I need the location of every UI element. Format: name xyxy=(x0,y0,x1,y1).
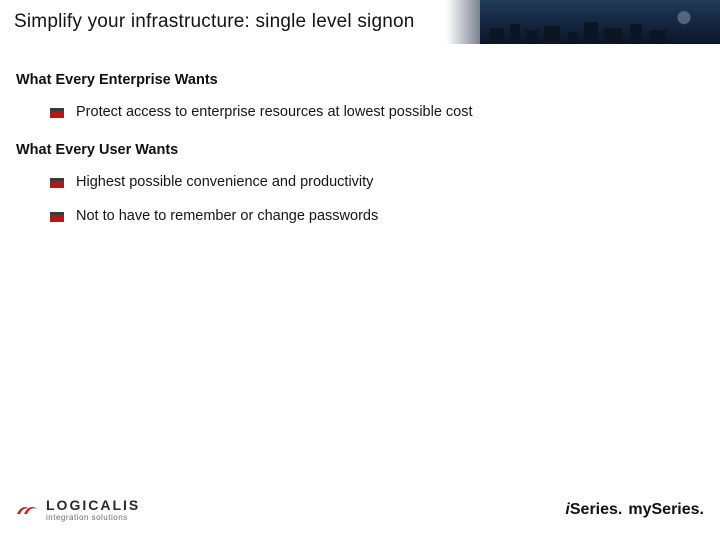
footer-brand-left: LOGICALIS integration solutions xyxy=(16,498,140,522)
footer-brand-right: iSeries. mySeries. xyxy=(565,501,704,519)
footer-brand-text: LOGICALIS integration solutions xyxy=(46,498,140,522)
slide-title: Simplify your infrastructure: single lev… xyxy=(0,11,415,33)
title-bar: Simplify your infrastructure: single lev… xyxy=(0,0,720,44)
bullet-text: Highest possible convenience and product… xyxy=(76,174,373,190)
bullet-icon xyxy=(50,178,64,188)
logo-icon xyxy=(16,503,38,517)
footer-brand-tagline: integration solutions xyxy=(46,514,140,522)
footer-series-word: Series xyxy=(570,501,618,518)
footer-series-my: my xyxy=(628,501,651,518)
list-item: Highest possible convenience and product… xyxy=(50,174,704,190)
footer: LOGICALIS integration solutions iSeries.… xyxy=(0,490,720,530)
bullet-text: Protect access to enterprise resources a… xyxy=(76,104,473,120)
list-item: Not to have to remember or change passwo… xyxy=(50,208,704,224)
bullet-icon xyxy=(50,212,64,222)
footer-dot: . xyxy=(700,501,704,518)
bullet-text: Not to have to remember or change passwo… xyxy=(76,208,378,224)
footer-dot: . xyxy=(618,501,622,518)
list-item: Protect access to enterprise resources a… xyxy=(50,104,704,120)
bullet-icon xyxy=(50,108,64,118)
footer-brand-name: LOGICALIS xyxy=(46,498,140,512)
title-bar-image xyxy=(480,0,720,44)
content-area: What Every Enterprise Wants Protect acce… xyxy=(0,44,720,224)
slide: Simplify your infrastructure: single lev… xyxy=(0,0,720,540)
section-heading: What Every Enterprise Wants xyxy=(16,72,704,88)
footer-series-word: Series xyxy=(652,501,700,518)
section-heading: What Every User Wants xyxy=(16,142,704,158)
